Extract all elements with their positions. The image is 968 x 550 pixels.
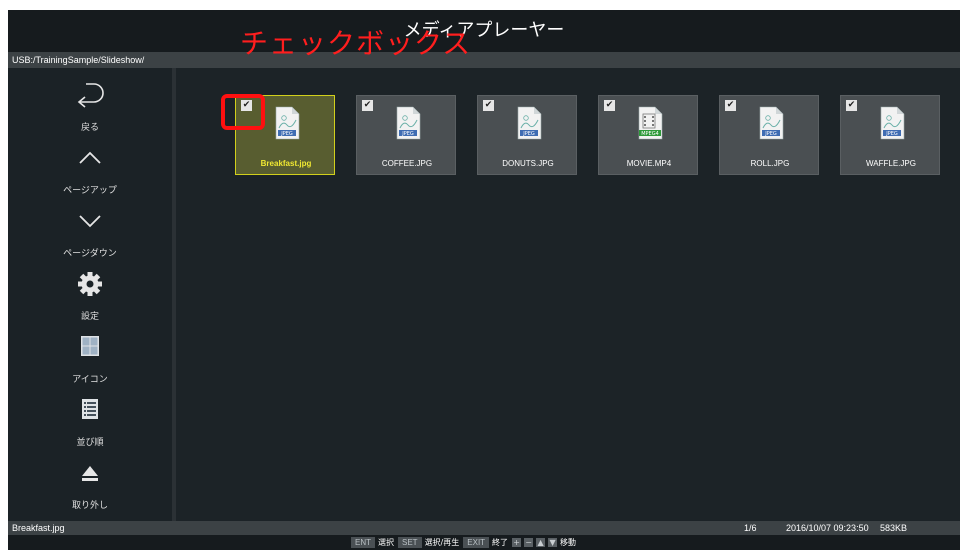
sidebar-item-page-up[interactable]: ページアップ <box>8 139 172 201</box>
file-type-label: JPEG <box>885 131 898 137</box>
status-filesize: 583KB <box>880 523 908 533</box>
file-tile-donuts[interactable]: ✔ JPEG DONUTS.JPG <box>477 95 577 175</box>
file-name: COFFEE.JPG <box>381 159 433 168</box>
sidebar-item-eject[interactable]: 取り外し <box>8 454 172 516</box>
file-type-label: JPEG <box>401 131 414 137</box>
sidebar-item-label: ページアップ <box>63 186 117 196</box>
tile-checkbox[interactable]: ✔ <box>362 100 373 111</box>
ent-key-label: 選択 <box>378 538 394 547</box>
sidebar-item-page-down[interactable]: ページダウン <box>8 202 172 264</box>
file-tile-waffle[interactable]: ✔ JPEG WAFFLE.JPG <box>840 95 940 175</box>
file-name: MOVIE.MP4 <box>626 159 672 168</box>
ent-key: ENT <box>351 537 375 548</box>
file-type-label: JPEG <box>522 131 535 137</box>
file-name: DONUTS.JPG <box>502 159 554 168</box>
checkbox-highlight-box <box>221 94 265 130</box>
checkbox-annotation-label: チェックボックス <box>240 27 472 60</box>
status-bar: Breakfast.jpg 1/6 2016/10/07 09:23:50 58… <box>8 521 960 535</box>
sidebar-item-label: 戻る <box>80 123 99 133</box>
grid-view-icon <box>81 336 99 356</box>
file-type-label: JPEG <box>280 131 293 137</box>
exit-key: EXIT <box>463 537 490 548</box>
title-bar: メディアプレーヤー <box>8 10 960 52</box>
jpeg-file-icon: JPEG <box>396 106 421 140</box>
jpeg-file-icon: JPEG <box>517 106 542 140</box>
path-bar: USB:/TrainingSample/Slideshow/ <box>8 52 960 68</box>
sidebar-item-sort-order[interactable]: 並び順 <box>8 391 172 453</box>
tile-checkbox[interactable]: ✔ <box>725 100 736 111</box>
file-name: Breakfast.jpg <box>260 159 312 168</box>
status-page-count: 1/6 <box>744 523 757 533</box>
video-file-icon: MPEG4 <box>638 106 663 140</box>
sidebar-item-label: 並び順 <box>76 438 104 448</box>
minus-key-icon: − <box>524 538 534 547</box>
sidebar-item-icon-view[interactable]: アイコン <box>8 328 172 390</box>
status-filename: Breakfast.jpg <box>12 523 65 533</box>
sidebar-item-label: 取り外し <box>71 501 108 511</box>
file-browser: ✔ JPEG Breakfast.jpg ✔ JPEG COFFEE.JPG ✔… <box>176 68 960 521</box>
jpeg-file-icon: JPEG <box>880 106 905 140</box>
current-path: USB:/TrainingSample/Slideshow/ <box>12 55 145 65</box>
file-tile-movie[interactable]: ✔ MPEG4 MOVIE.MP4 <box>598 95 698 175</box>
down-key-icon: ▼ <box>548 538 558 547</box>
list-sort-icon <box>82 399 98 419</box>
file-tile-roll[interactable]: ✔ JPEG ROLL.JPG <box>719 95 819 175</box>
app-title: メディアプレーヤー <box>403 20 565 41</box>
eject-icon <box>82 466 98 481</box>
sidebar-item-label: 設定 <box>80 312 99 322</box>
plus-key-icon: + <box>512 538 522 547</box>
media-player-window: メディアプレーヤー USB:/TrainingSample/Slideshow/… <box>8 10 960 550</box>
tile-checkbox[interactable]: ✔ <box>483 100 494 111</box>
file-name: ROLL.JPG <box>750 159 790 168</box>
file-type-label: MPEG4 <box>641 131 659 137</box>
sidebar-item-back[interactable]: 戻る <box>8 76 172 138</box>
file-name: WAFFLE.JPG <box>866 159 916 168</box>
sidebar-item-settings[interactable]: 設定 <box>8 265 172 327</box>
back-arrow-icon <box>77 83 104 108</box>
sidebar-item-label: ページダウン <box>63 249 117 259</box>
move-key-label: 移動 <box>560 538 577 547</box>
gear-icon <box>78 272 102 296</box>
tile-checkbox[interactable]: ✔ <box>846 100 857 111</box>
jpeg-file-icon: JPEG <box>759 106 784 140</box>
up-key-icon: ▲ <box>536 538 546 547</box>
chevron-down-icon <box>79 215 101 228</box>
file-type-label: JPEG <box>764 131 777 137</box>
key-guide-bar: ENT 選択 SET 選択/再生 EXIT 終了 + − ▲ ▼ 移動 <box>8 535 960 550</box>
chevron-up-icon <box>79 151 101 164</box>
sidebar: 戻る ページアップ ページダウン 設定 アイコン 並び順 取り外し <box>8 68 172 521</box>
status-datetime: 2016/10/07 09:23:50 <box>786 523 869 533</box>
jpeg-file-icon: JPEG <box>275 106 300 140</box>
file-tile-coffee[interactable]: ✔ JPEG COFFEE.JPG <box>356 95 456 175</box>
sidebar-item-label: アイコン <box>72 375 108 385</box>
set-key-label: 選択/再生 <box>424 538 460 547</box>
set-key: SET <box>398 537 422 548</box>
tile-checkbox[interactable]: ✔ <box>604 100 615 111</box>
key-guide: ENT 選択 SET 選択/再生 EXIT 終了 + − ▲ ▼ 移動 <box>351 537 580 548</box>
exit-key-label: 終了 <box>492 538 509 547</box>
